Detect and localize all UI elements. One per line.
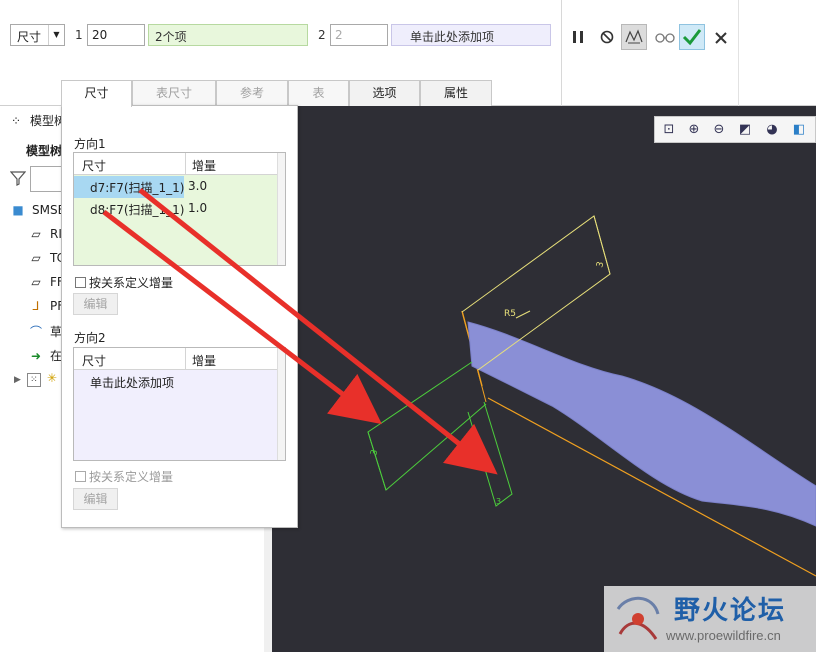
no-preview-button[interactable] (594, 24, 620, 50)
direction1-table: 尺寸 增量 d7:F7(扫描_1_1) 3.0 d8:F7(扫描_1_1) 1.… (73, 152, 286, 266)
datum-plane-icon: ▱ (31, 227, 41, 241)
tree-item[interactable]: ▶ ⁙ ✳ (14, 371, 57, 387)
refit-icon[interactable]: ⊡ (659, 121, 679, 139)
dir2-edit-button[interactable]: 编辑 (73, 488, 118, 510)
model-tree-subtitle: 模型树 (26, 144, 63, 158)
pattern-icon: ⁙ (26, 373, 41, 387)
pattern-dashboard: 尺寸 ▼ 1 20 2个项 2 2 单击此处添加项 尺寸 表尺寸 参考 表 选项… (0, 0, 816, 107)
csys-icon: ⅃ (32, 299, 40, 313)
ok-button[interactable] (679, 24, 705, 50)
dir2-relation-checkbox[interactable]: 按关系定义增量 (75, 468, 173, 485)
watermark-title: 野火论坛 (674, 596, 787, 626)
expand-icon[interactable]: ▶ (14, 375, 21, 385)
model-tree-icon: ⁘ (10, 114, 22, 128)
direction1-title: 方向1 (74, 137, 106, 151)
direction2-table: 尺寸 增量 单击此处添加项 (73, 347, 286, 461)
no-preview-icon (600, 30, 614, 44)
chevron-down-icon[interactable]: ▼ (48, 25, 64, 45)
table-row[interactable]: d8:F7(扫描_1_1) 1.0 (74, 198, 285, 220)
dimension-d7-green-box (467, 401, 513, 507)
dir2-collector[interactable]: 单击此处添加项 (391, 24, 551, 46)
watermark-url: www.proewildfire.cn (666, 628, 781, 643)
table-header: 尺寸 增量 (74, 348, 285, 370)
pattern-type-select[interactable]: 尺寸 ▼ (10, 24, 65, 46)
sketch-icon: ⌒ (29, 325, 42, 339)
tree-item[interactable]: ■ SMSE (10, 203, 65, 217)
pattern-type-value: 尺寸 (17, 30, 42, 44)
dir1-label: 1 (75, 28, 83, 42)
tab-table-dimensions[interactable]: 表尺寸 (132, 80, 216, 106)
dimension-d7-green-text[interactable]: 3 (496, 497, 501, 506)
dir1-relation-checkbox[interactable]: 按关系定义增量 (75, 274, 173, 291)
tree-item[interactable]: ▱ RI (28, 227, 62, 241)
dir2-label: 2 (318, 28, 326, 42)
preview-button[interactable] (621, 24, 647, 50)
dimension-cell: d8:F7(扫描_1_1) (90, 203, 185, 217)
pause-button[interactable] (565, 24, 591, 50)
part-icon: ■ (12, 203, 24, 217)
cancel-button[interactable] (708, 24, 734, 50)
insert-here-icon: ➜ (30, 349, 42, 363)
tree-item[interactable]: ⅃ PF (28, 299, 64, 313)
dashboard-separator (738, 0, 739, 106)
dir1-edit-button[interactable]: 编辑 (73, 293, 118, 315)
forum-watermark: 野火论坛 www.proewildfire.cn (604, 586, 816, 652)
datum-plane-icon: ▱ (31, 251, 41, 265)
pause-icon (573, 31, 583, 43)
dir2-count-input[interactable]: 2 (330, 24, 388, 46)
saved-views-icon[interactable]: ◧ (789, 121, 809, 139)
model-geometry: 3 R5 3 3 (367, 215, 816, 577)
tree-item[interactable]: ⌒ 草 (28, 323, 62, 340)
dimensions-panel: 方向1 尺寸 增量 d7:F7(扫描_1_1) 3.0 d8:F7(扫描_1_1… (61, 105, 298, 528)
tab-table[interactable]: 表 (288, 80, 349, 106)
table-row[interactable]: d7:F7(扫描_1_1) 3.0 (74, 176, 285, 198)
view-toolbar: ⊡ ⊕ ⊖ ◩ ◕ ◧ (654, 116, 816, 143)
direction2-title: 方向2 (74, 331, 106, 345)
add-item-row[interactable]: 单击此处添加项 (74, 371, 285, 393)
table-scrollbar[interactable] (277, 153, 285, 265)
zoom-in-icon[interactable]: ⊕ (684, 121, 704, 139)
shading-icon[interactable]: ◕ (762, 121, 782, 139)
sweep-surface[interactable] (467, 321, 816, 527)
dimension-d7-text[interactable]: 3 (595, 261, 606, 269)
dir1-collector[interactable]: 2个项 (148, 24, 308, 46)
ok-icon (682, 29, 702, 46)
dimension-d8-box (367, 361, 487, 491)
dir1-count-input[interactable]: 20 (87, 24, 145, 46)
dashboard-separator (561, 0, 562, 106)
filter-icon[interactable] (9, 170, 27, 189)
table-scrollbar[interactable] (277, 348, 285, 460)
tree-item[interactable]: ▱ FF (28, 275, 63, 289)
graphics-window[interactable]: 3 R5 3 3 (272, 106, 816, 652)
preview-icon (625, 29, 643, 44)
datum-plane-icon: ▱ (31, 275, 41, 289)
model-tree-header: ⁘ 模型树 (8, 112, 66, 129)
increment-cell[interactable]: 1.0 (188, 201, 207, 215)
col-dimension: 尺寸 (82, 354, 107, 368)
glasses-icon (655, 33, 675, 43)
col-increment: 增量 (192, 354, 217, 368)
dimension-d8-text[interactable]: 3 (369, 449, 380, 457)
increment-cell[interactable]: 3.0 (188, 179, 207, 193)
tree-item[interactable]: ▱ TC (28, 251, 65, 265)
tab-options[interactable]: 选项 (349, 80, 420, 106)
pattern-flag-icon: ✳ (46, 371, 57, 385)
col-dimension: 尺寸 (82, 159, 107, 173)
tab-references[interactable]: 参考 (216, 80, 288, 106)
add-item-placeholder: 单击此处添加项 (90, 376, 175, 390)
table-header: 尺寸 增量 (74, 153, 285, 175)
zoom-out-icon[interactable]: ⊖ (709, 121, 729, 139)
radius-text[interactable]: R5 (504, 309, 516, 319)
forum-logo-icon (616, 596, 660, 640)
tab-dimensions[interactable]: 尺寸 (61, 80, 132, 107)
repaint-icon[interactable]: ◩ (735, 121, 755, 139)
cancel-icon (715, 32, 727, 44)
dimension-cell: d7:F7(扫描_1_1) (90, 181, 185, 195)
col-increment: 增量 (192, 159, 217, 173)
tree-item[interactable]: ➜ 在 (28, 347, 62, 364)
verify-button[interactable] (652, 24, 678, 50)
tab-properties[interactable]: 属性 (420, 80, 492, 106)
